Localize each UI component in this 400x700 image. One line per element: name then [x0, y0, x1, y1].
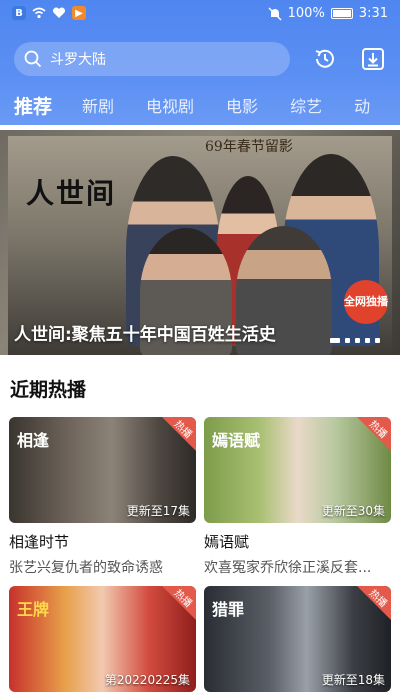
show-card[interactable]: 相逢 热播 更新至17集 相逢时节 张艺兴复仇者的致命诱惑: [9, 417, 196, 577]
tab-movie[interactable]: 电影: [226, 93, 258, 117]
category-tabs: 推荐 新剧 电视剧 电影 综艺 动: [0, 88, 400, 122]
carousel-dot: [355, 338, 360, 343]
tab-new-drama[interactable]: 新剧: [82, 93, 114, 117]
thumb-logo: 相逢: [17, 431, 50, 450]
tab-tv-series[interactable]: 电视剧: [146, 93, 194, 117]
hot-tag: 热播: [357, 417, 391, 451]
clock: 3:31: [358, 6, 388, 21]
banner-tagline: 69年春节留影: [205, 139, 293, 155]
card-title: 相逢时节: [9, 533, 70, 551]
tab-recommend[interactable]: 推荐: [14, 92, 52, 119]
thumb-logo: 嫣语赋: [212, 431, 261, 450]
episode-label: 第20220225集: [104, 673, 190, 687]
search-icon: [24, 50, 42, 68]
carousel-dot: [330, 338, 340, 343]
show-card[interactable]: 嫣语赋 热播 更新至30集 嫣语赋 欢喜冤家乔欣徐正溪反套...: [204, 417, 391, 577]
card-title: 嫣语赋: [204, 533, 250, 551]
tab-variety[interactable]: 综艺: [290, 93, 322, 117]
episode-label: 更新至30集: [321, 504, 385, 518]
show-thumbnail: 嫣语赋 热播 更新至30集: [204, 417, 391, 523]
show-card[interactable]: 猎罪 热播 更新至18集: [204, 586, 391, 692]
tab-anime[interactable]: 动: [354, 93, 370, 117]
hot-tag: 热播: [357, 586, 391, 620]
banner-caption: 人世间:聚焦五十年中国百姓生活史: [14, 325, 276, 345]
thumb-logo: 猎罪: [212, 600, 245, 619]
search-input[interactable]: 斗罗大陆: [14, 42, 290, 76]
hot-tag: 热播: [162, 586, 196, 620]
download-icon: [362, 48, 384, 70]
thumb-logo: 王牌: [17, 600, 50, 619]
show-card[interactable]: 王牌 热播 第20220225集: [9, 586, 196, 692]
carousel-dot: [375, 338, 380, 343]
history-button[interactable]: [310, 44, 340, 74]
search-query: 斗罗大陆: [50, 52, 106, 68]
battery-percent: 100%: [287, 6, 325, 21]
battery-icon: [330, 8, 353, 19]
section-title: 近期热播: [10, 379, 87, 401]
wifi-icon: [32, 7, 46, 19]
play-app-icon: ▶: [72, 6, 86, 20]
app-b-icon: B: [12, 6, 26, 20]
hero-banner[interactable]: 人世间 69年春节留影 全网独播 人世间:聚焦五十年中国百姓生活史: [0, 130, 400, 355]
heart-icon: [52, 7, 66, 18]
app-header: B ▶ 100% 3:31 斗罗大陆 推荐 新剧 电视剧 电影 综艺 动: [0, 0, 400, 125]
episode-label: 更新至18集: [321, 673, 385, 687]
show-thumbnail: 猎罪 热播 更新至18集: [204, 586, 391, 692]
carousel-dot: [345, 338, 350, 343]
show-thumbnail: 王牌 热播 第20220225集: [9, 586, 196, 692]
hot-tag: 热播: [162, 417, 196, 451]
mute-bell-icon: [268, 6, 282, 21]
status-bar: B ▶ 100% 3:31: [0, 0, 400, 28]
banner-logo-text: 人世间: [26, 177, 117, 210]
show-thumbnail: 相逢 热播 更新至17集: [9, 417, 196, 523]
card-subtitle: 张艺兴复仇者的致命诱惑: [9, 560, 163, 576]
carousel-dot: [365, 338, 370, 343]
episode-label: 更新至17集: [126, 504, 190, 518]
download-button[interactable]: [358, 44, 388, 74]
carousel-indicator: [330, 338, 380, 343]
card-subtitle: 欢喜冤家乔欣徐正溪反套...: [204, 560, 372, 576]
exclusive-badge: 全网独播: [344, 280, 388, 324]
history-icon: [315, 49, 334, 68]
